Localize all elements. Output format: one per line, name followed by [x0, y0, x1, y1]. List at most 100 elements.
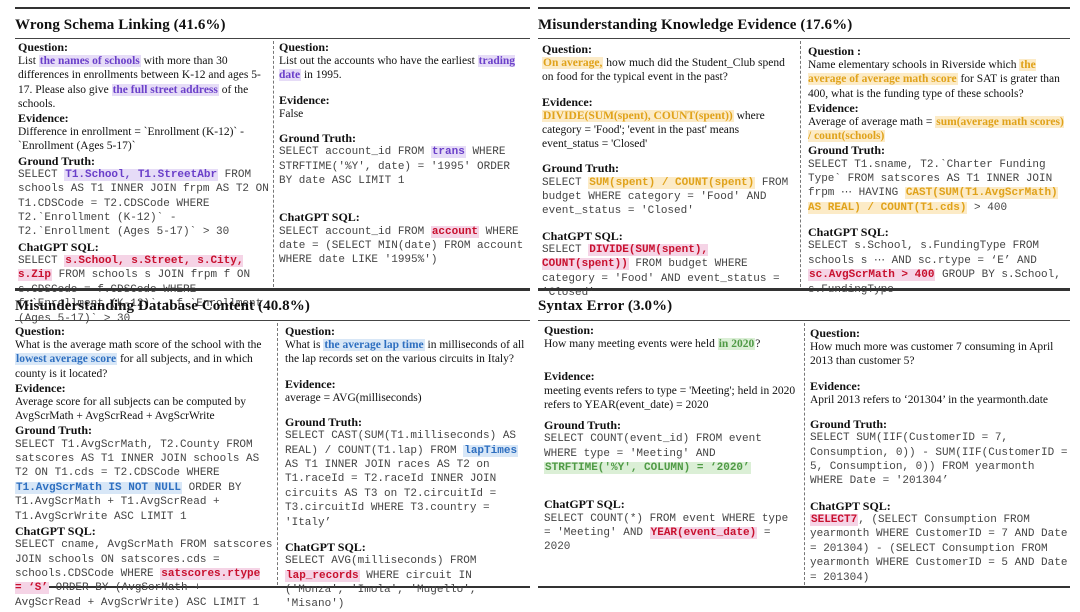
chatgpt-sql-label: ChatGPT SQL:	[542, 228, 623, 243]
evidence-label: Evidence:	[18, 111, 69, 126]
chatgpt-sql-label: ChatGPT SQL:	[810, 498, 891, 513]
question-text: What is the average lap time in millisec…	[285, 338, 533, 366]
rule-top	[15, 288, 530, 290]
ground-truth-label: Ground Truth:	[810, 417, 888, 432]
highlight-knowledge: SUM(spent) / COUNT(spent)	[588, 176, 756, 189]
ground-truth-label: Ground Truth:	[285, 415, 363, 430]
question-text: List out the accounts who have the earli…	[279, 54, 529, 82]
question-text: List the names of schools with more than…	[18, 54, 270, 111]
evidence-text: April 2013 refers to ‘201304’ in the yea…	[810, 393, 1049, 406]
text-segment: AS T1 INNER JOIN races AS T2 on T1.raceI…	[285, 459, 497, 529]
chatgpt-sql: SELECT cname, AvgScrMath FROM satscores …	[15, 538, 273, 610]
text-segment: ORDER BY (AvgScrMath + AvgScrRead + AvgS…	[15, 582, 260, 609]
highlight-error: lap_records	[285, 569, 360, 582]
ground-truth-sql: SELECT T1.School, T1.StreetAbr FROM scho…	[18, 168, 270, 240]
panel-title: Syntax Error (3.0%)	[538, 298, 673, 314]
highlight-syntax: STRFTIME('%Y', COLUMN) = ‘2020’	[544, 462, 751, 475]
text-segment: Average of average math =	[808, 116, 936, 129]
question-label: Question:	[18, 40, 69, 54]
ground-truth-label: Ground Truth:	[18, 153, 96, 168]
example-right: Question: How much more was customer 7 c…	[810, 326, 1068, 585]
panel-syntax-error: Syntax Error (3.0%) Question: How many m…	[538, 288, 1070, 588]
text-segment: SELECT	[18, 255, 65, 268]
chatgpt-sql: SELECT7, (SELECT Consumption FROM yearmo…	[810, 513, 1068, 585]
ground-truth-sql: SELECT SUM(IIF(CustomerID = 7, Consumpti…	[810, 432, 1068, 488]
text-segment: SELECT s.School, s.FundingType FROM scho…	[808, 240, 1040, 267]
rule-mid	[538, 320, 1070, 321]
question-label: Question:	[279, 40, 330, 54]
question-label: Question:	[285, 324, 336, 338]
evidence-label: Evidence:	[15, 380, 66, 395]
question-text: How much more was customer 7 consuming i…	[810, 341, 1054, 368]
ground-truth-sql: SELECT COUNT(event_id) FROM event WHERE …	[544, 432, 800, 475]
question-label: Question :	[808, 44, 862, 58]
highlight-error: account	[430, 225, 480, 238]
panel-title: Wrong Schema Linking (41.6%)	[15, 17, 226, 33]
highlight-content: the average lap time	[323, 339, 425, 352]
ground-truth-label: Ground Truth:	[544, 418, 622, 433]
highlight-error: SELECT7	[810, 514, 859, 527]
highlight-syntax: in 2020	[717, 338, 756, 351]
highlight-schema: the names of schools	[38, 55, 141, 68]
question-text: On average, how much did the Student_Clu…	[542, 56, 796, 84]
panel-title: Misunderstanding Database Content (40.8%…	[15, 298, 310, 314]
chatgpt-sql: SELECT account_id FROM account WHERE dat…	[279, 225, 529, 268]
ground-truth-label: Ground Truth:	[808, 143, 886, 158]
question-label: Question:	[544, 323, 595, 337]
ground-truth-sql: SELECT T1.AvgScrMath, T2.County FROM sat…	[15, 438, 273, 524]
ground-truth-sql: SELECT account_id FROM trans WHERE STRFT…	[279, 145, 529, 188]
rule-top	[15, 7, 530, 9]
chatgpt-sql-label: ChatGPT SQL:	[15, 524, 96, 539]
example-right: Question: List out the accounts who have…	[279, 40, 529, 268]
text-segment: What is the average math score of the sc…	[15, 339, 262, 352]
highlight-schema: the full street address	[111, 83, 219, 96]
question-label: Question:	[810, 326, 861, 340]
chatgpt-sql: SELECT COUNT(*) FROM event WHERE type = …	[544, 512, 800, 555]
evidence-label: Evidence:	[542, 94, 593, 109]
ground-truth-sql: SELECT SUM(spent) / COUNT(spent) FROM bu…	[542, 176, 796, 219]
example-left: Question: On average, how much did the S…	[542, 42, 796, 301]
evidence-text: DIVIDE(SUM(spent), COUNT(spent)) where c…	[542, 109, 796, 152]
text-segment: List	[18, 55, 39, 68]
rule-top	[538, 288, 1070, 290]
chatgpt-sql-label: ChatGPT SQL:	[285, 540, 366, 555]
rule-mid	[538, 38, 1070, 39]
panel-knowledge-evidence: Misunderstanding Knowledge Evidence (17.…	[538, 7, 1070, 299]
text-segment: SELECT account_id FROM	[279, 225, 431, 238]
evidence-label: Evidence:	[285, 376, 336, 391]
highlight-schema: trans	[430, 146, 466, 159]
evidence-label: Evidence:	[808, 100, 859, 115]
question-label: Question:	[15, 324, 66, 338]
evidence-text: meeting events refers to type = 'Meeting…	[544, 384, 796, 411]
text-segment: SELECT	[542, 244, 589, 257]
evidence-text: Average score for all subjects can be co…	[15, 396, 246, 423]
text-segment: SELECT AVG(milliseconds) FROM	[285, 555, 477, 568]
evidence-label: Evidence:	[279, 92, 330, 107]
text-segment: Name elementary schools in Riverside whi…	[808, 59, 1020, 72]
highlight-content: lowest average score	[15, 353, 118, 366]
evidence-text: Difference in enrollment = `Enrollment (…	[18, 126, 244, 153]
text-segment: SELECT	[542, 176, 589, 189]
question-text: What is the average math score of the sc…	[15, 338, 273, 381]
text-segment: What is	[285, 339, 324, 352]
column-divider	[800, 41, 801, 287]
highlight-knowledge: DIVIDE(SUM(spent), COUNT(spent))	[542, 109, 734, 122]
column-divider	[273, 41, 274, 287]
example-left: Question: What is the average math score…	[15, 324, 273, 610]
ground-truth-label: Ground Truth:	[279, 131, 357, 146]
example-right: Question : Name elementary schools in Ri…	[808, 44, 1066, 297]
panel-database-content: Misunderstanding Database Content (40.8%…	[15, 288, 533, 610]
evidence-label: Evidence:	[544, 369, 595, 384]
rule-mid	[15, 38, 530, 39]
question-label: Question:	[542, 42, 593, 56]
question-text: Name elementary schools in Riverside whi…	[808, 58, 1066, 101]
